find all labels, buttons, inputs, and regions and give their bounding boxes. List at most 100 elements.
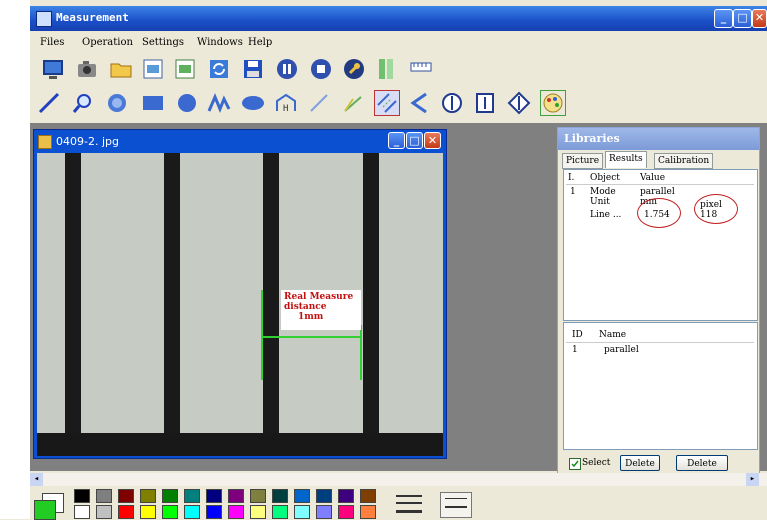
camera-icon[interactable] xyxy=(74,56,100,82)
image-maximize-button[interactable]: □ xyxy=(406,132,423,149)
measure-line-right xyxy=(360,325,362,380)
image-minimize-button[interactable]: _ xyxy=(388,132,405,149)
minimize-button[interactable]: _ xyxy=(714,9,733,28)
refresh-icon[interactable] xyxy=(206,56,232,82)
line-width-icon[interactable] xyxy=(440,492,472,518)
current-color[interactable] xyxy=(34,493,64,520)
arc-icon[interactable] xyxy=(104,90,130,116)
color-swatch[interactable] xyxy=(74,489,90,503)
results-row-value: parallel xyxy=(640,187,675,197)
color-swatch[interactable] xyxy=(360,489,376,503)
palette-icon[interactable] xyxy=(540,90,566,116)
color-swatch[interactable] xyxy=(316,489,332,503)
rectangle-icon[interactable] xyxy=(140,90,166,116)
color-swatch[interactable] xyxy=(272,505,288,519)
save-image-icon[interactable] xyxy=(140,56,166,82)
color-swatch[interactable] xyxy=(140,489,156,503)
circle-icon[interactable] xyxy=(174,90,200,116)
line-icon[interactable] xyxy=(36,90,62,116)
color-swatch[interactable] xyxy=(140,505,156,519)
measurement-annotation: Real Measure distance 1mm xyxy=(281,290,361,330)
color-swatch[interactable] xyxy=(338,505,354,519)
circle-mark-icon[interactable] xyxy=(439,90,465,116)
libraries-panel: Libraries Picture Results Calibration I.… xyxy=(557,127,760,476)
pause-icon[interactable] xyxy=(274,56,300,82)
color-swatch[interactable] xyxy=(316,505,332,519)
color-swatch[interactable] xyxy=(118,505,134,519)
results-row-object: Unit xyxy=(590,197,610,207)
diamond-mark-icon[interactable] xyxy=(506,90,532,116)
color-swatch[interactable] xyxy=(250,489,266,503)
scroll-right-arrow[interactable]: ▸ xyxy=(746,473,759,486)
image-stripe xyxy=(363,153,379,433)
export-icon[interactable] xyxy=(172,56,198,82)
color-swatch[interactable] xyxy=(162,489,178,503)
delete-button[interactable]: Delete xyxy=(620,455,660,471)
color-swatch[interactable] xyxy=(118,489,134,503)
angle-line-icon[interactable] xyxy=(306,90,332,116)
tab-results[interactable]: Results xyxy=(605,151,647,168)
list-item-id[interactable]: 1 xyxy=(572,345,578,355)
monitor-icon[interactable] xyxy=(40,56,66,82)
save-disk-icon[interactable] xyxy=(240,56,266,82)
color-swatch[interactable] xyxy=(228,505,244,519)
color-swatch[interactable] xyxy=(294,505,310,519)
background-edge xyxy=(0,0,30,519)
highlight-circle xyxy=(637,198,681,228)
color-swatch[interactable] xyxy=(228,489,244,503)
stop-icon[interactable] xyxy=(308,56,334,82)
tab-calibration[interactable]: Calibration xyxy=(654,153,714,169)
objects-list: ID Name 1 parallel xyxy=(563,322,758,450)
color-swatch[interactable] xyxy=(338,489,354,503)
line-style-icon[interactable] xyxy=(396,492,424,516)
color-swatch[interactable] xyxy=(184,489,200,503)
microscope-image[interactable]: Real Measure distance 1mm xyxy=(37,153,443,456)
color-swatch[interactable] xyxy=(272,489,288,503)
image-stripe xyxy=(164,153,180,433)
zoom-icon[interactable] xyxy=(70,90,96,116)
ruler-scale-icon[interactable] xyxy=(408,56,434,82)
parallel-icon[interactable] xyxy=(374,90,400,116)
color-swatch[interactable] xyxy=(184,505,200,519)
menu-operation[interactable]: Operation xyxy=(82,37,133,48)
color-swatch[interactable] xyxy=(96,505,112,519)
color-swatch[interactable] xyxy=(360,505,376,519)
scroll-left-arrow[interactable]: ◂ xyxy=(30,473,43,486)
color-swatch[interactable] xyxy=(96,489,112,503)
color-swatch[interactable] xyxy=(206,489,222,503)
color-swatch[interactable] xyxy=(250,505,266,519)
results-header-index: I. xyxy=(568,173,575,183)
close-button[interactable]: ✕ xyxy=(752,9,767,28)
horizontal-scrollbar[interactable]: ◂ ▸ xyxy=(30,473,767,486)
image-close-button[interactable]: ✕ xyxy=(424,132,441,149)
measure-toolbar: H xyxy=(30,87,767,123)
image-bottom-bar xyxy=(37,433,443,456)
main-toolbar xyxy=(30,53,767,87)
wrench-icon[interactable] xyxy=(341,56,367,82)
open-folder-icon[interactable] xyxy=(108,56,134,82)
color-swatch[interactable] xyxy=(74,505,90,519)
color-swatch[interactable] xyxy=(206,505,222,519)
i-beam-icon[interactable] xyxy=(472,90,498,116)
menu-settings[interactable]: Settings xyxy=(142,37,184,48)
ruler-bars-icon[interactable] xyxy=(374,56,400,82)
triangle-angle-icon[interactable] xyxy=(407,90,433,116)
results-row-object: Mode xyxy=(590,187,616,197)
results-row-object: Line ... xyxy=(590,210,622,220)
select-checkbox[interactable] xyxy=(569,458,581,470)
menu-help[interactable]: Help xyxy=(248,37,272,48)
maximize-button[interactable]: □ xyxy=(733,9,752,28)
delete-all-button[interactable]: Delete xyxy=(676,455,728,471)
tab-picture[interactable]: Picture xyxy=(562,153,604,169)
polyline-icon[interactable] xyxy=(206,90,232,116)
color-swatch[interactable] xyxy=(294,489,310,503)
angle-icon[interactable] xyxy=(340,90,366,116)
highlight-circle xyxy=(694,194,738,224)
menu-files[interactable]: Files xyxy=(40,37,64,48)
list-item-name[interactable]: parallel xyxy=(604,345,639,355)
height-icon[interactable]: H xyxy=(273,90,299,116)
menu-windows[interactable]: Windows xyxy=(197,37,243,48)
color-swatch[interactable] xyxy=(162,505,178,519)
ellipse-icon[interactable] xyxy=(240,90,266,116)
app-title-bar: Measurement _ □ ✕ xyxy=(30,6,767,31)
